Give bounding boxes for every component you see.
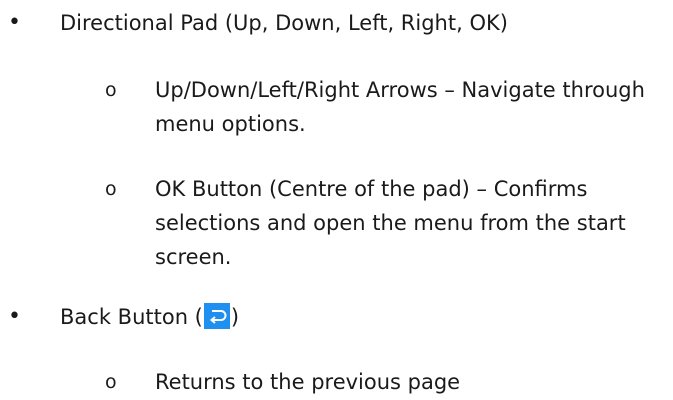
back-return-icon [203,303,230,329]
sub-bullet: o [105,178,117,200]
list-item-text: Back Button () [60,300,660,334]
list-item-text: Directional Pad (Up, Down, Left, Right, … [60,11,508,35]
sub-list-item-text: OK Button (Centre of the pad) – Confirms… [155,177,626,269]
bullet: • [8,304,21,329]
sub-list-item-text: Up/Down/Left/Right Arrows – Navigate thr… [155,78,645,136]
sub-list-item-text: Returns to the previous page [155,370,461,394]
back-button-label: Back Button ( [60,305,203,329]
bullet: • [8,10,21,35]
back-button-label-close: ) [230,305,240,329]
sub-bullet: o [105,79,117,101]
sub-bullet: o [105,371,117,393]
